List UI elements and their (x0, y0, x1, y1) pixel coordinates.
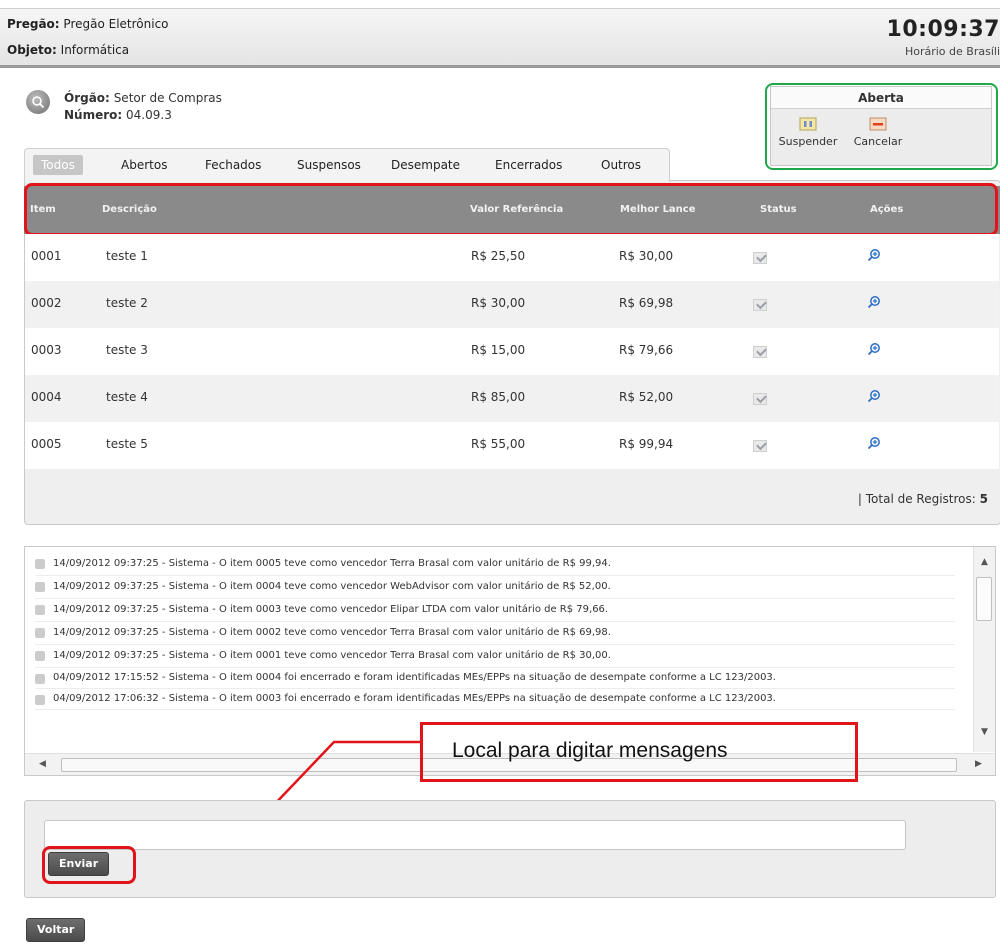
message-input[interactable] (44, 820, 906, 850)
send-button[interactable]: Enviar (48, 852, 110, 876)
back-button[interactable]: Voltar (26, 918, 86, 942)
